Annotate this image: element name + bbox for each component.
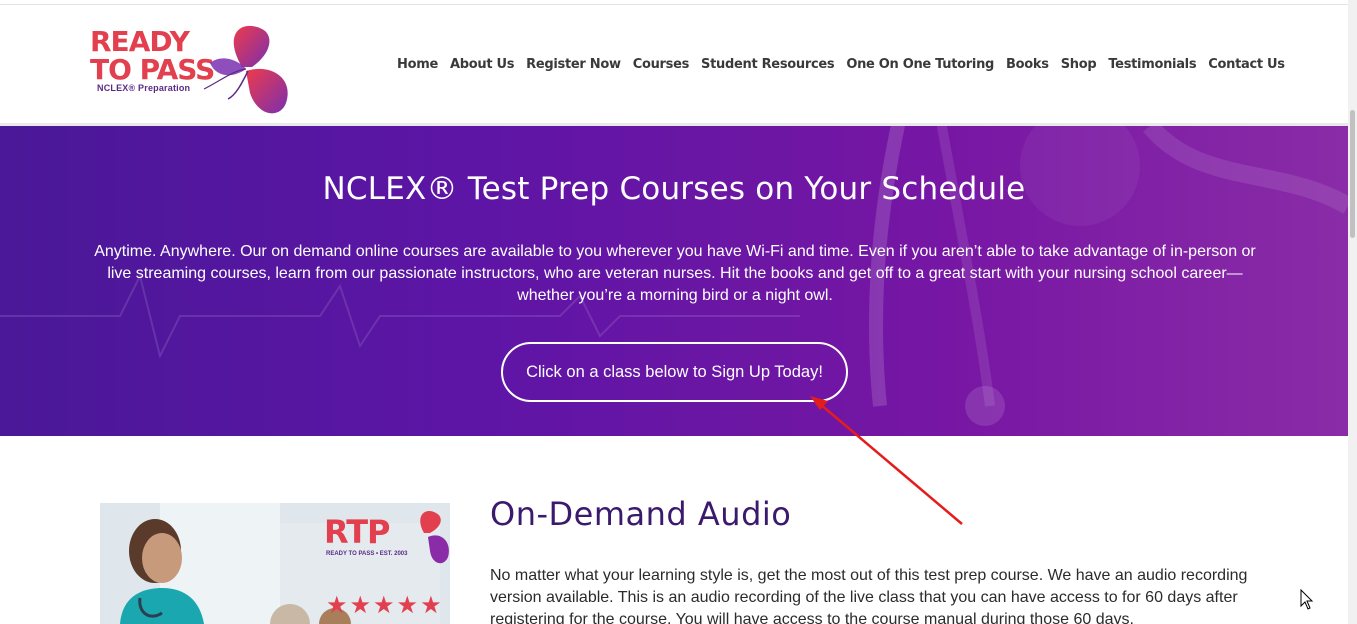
logo-text-to-pass: TO PASS bbox=[90, 53, 215, 86]
main-nav: Home About Us Register Now Courses Stude… bbox=[397, 57, 1297, 77]
nav-courses[interactable]: Courses bbox=[633, 57, 690, 77]
scrollbar-thumb[interactable] bbox=[1350, 110, 1355, 238]
nav-register-now[interactable]: Register Now bbox=[526, 57, 621, 77]
hero-title: NCLEX® Test Prep Courses on Your Schedul… bbox=[322, 171, 1026, 207]
nav-contact-us[interactable]: Contact Us bbox=[1208, 57, 1285, 77]
hero-description: Anytime. Anywhere. Our on demand online … bbox=[94, 243, 1256, 304]
section-title: On-Demand Audio bbox=[490, 495, 792, 533]
course-thumbnail-image[interactable]: RTP READY TO PASS • EST. 2003 ★★★★★ bbox=[100, 503, 450, 624]
nav-about-us[interactable]: About Us bbox=[450, 57, 514, 77]
nav-student-resources[interactable]: Student Resources bbox=[701, 57, 835, 77]
rating-stars: ★★★★★ bbox=[326, 591, 444, 619]
logo-tagline: NCLEX® Preparation bbox=[97, 83, 191, 93]
thumb-tagline: READY TO PASS • EST. 2003 bbox=[326, 551, 408, 557]
site-header: READY TO PASS NCLEX® Preparation Home Ab… bbox=[0, 5, 1348, 123]
thumb-butterfly-icon bbox=[420, 511, 449, 564]
nav-testimonials[interactable]: Testimonials bbox=[1108, 57, 1196, 77]
mouse-cursor-icon bbox=[1300, 589, 1314, 610]
nav-shop[interactable]: Shop bbox=[1061, 57, 1097, 77]
nav-books[interactable]: Books bbox=[1006, 57, 1049, 77]
sign-up-button[interactable]: Click on a class below to Sign Up Today! bbox=[501, 342, 848, 402]
site-logo[interactable]: READY TO PASS NCLEX® Preparation bbox=[90, 23, 295, 121]
thumb-logo-text: RTP bbox=[324, 513, 390, 551]
nav-home[interactable]: Home bbox=[397, 57, 438, 77]
nav-one-on-one-tutoring[interactable]: One On One Tutoring bbox=[846, 57, 994, 77]
hero-banner: NCLEX® Test Prep Courses on Your Schedul… bbox=[0, 126, 1348, 436]
scrollbar-track[interactable] bbox=[1348, 0, 1357, 624]
butterfly-icon bbox=[203, 25, 288, 114]
section-description: No matter what your learning style is, g… bbox=[490, 567, 1248, 624]
